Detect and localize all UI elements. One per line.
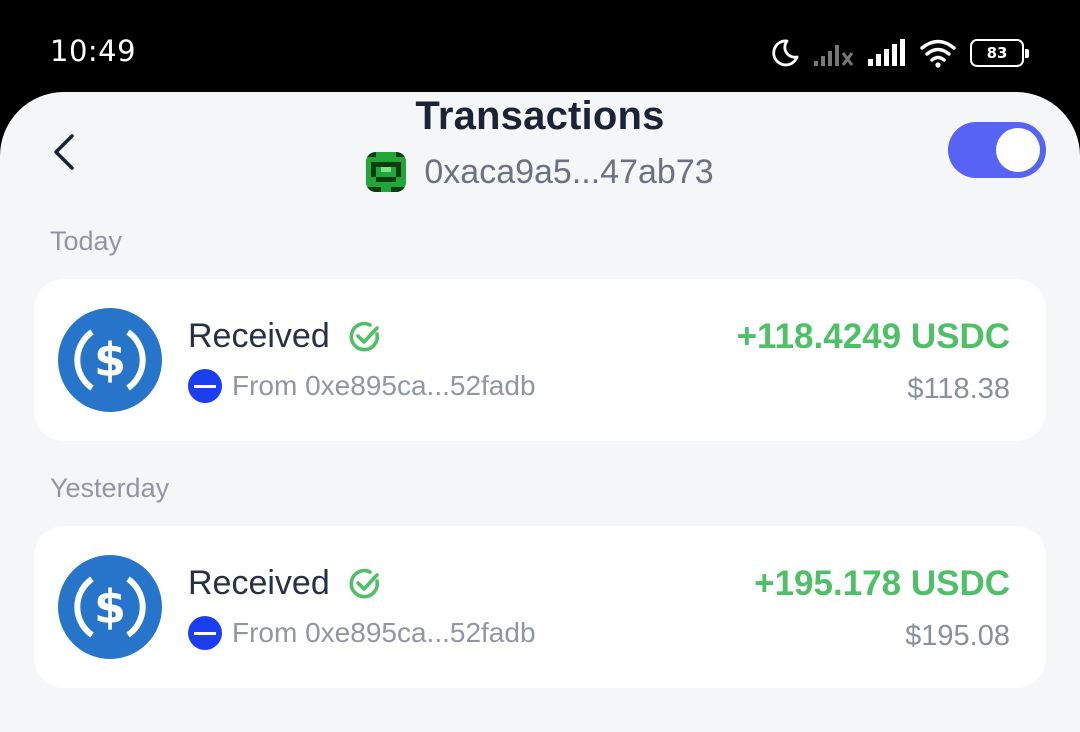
signal-off-icon (814, 45, 854, 66)
wallet-address: 0xaca9a5...47ab73 (424, 152, 714, 191)
wifi-icon (920, 39, 956, 68)
transaction-type: Received (188, 564, 382, 603)
battery-level: 83 (986, 44, 1008, 62)
sender-avatar (188, 369, 222, 403)
status-time: 10:49 (50, 34, 137, 68)
transaction-type: Received (188, 317, 382, 356)
section-label-yesterday: Yesterday (50, 473, 170, 503)
status-icons: 83 (770, 36, 1029, 70)
transactions-sheet: Transactions 0xaca9a5...47ab73 Today $ R… (0, 92, 1080, 732)
transaction-card[interactable]: $ Received From 0xe895ca...52fadb +195.1… (34, 526, 1046, 688)
transaction-sender: From 0xe895ca...52fadb (188, 369, 536, 403)
sender-address: From 0xe895ca...52fadb (232, 370, 536, 401)
toggle-switch[interactable] (948, 122, 1046, 178)
transaction-fiat-value: $195.08 (905, 620, 1010, 652)
toggle-knob (996, 128, 1040, 172)
check-circle-icon (349, 321, 379, 351)
sender-address: From 0xe895ca...52fadb (232, 617, 536, 648)
svg-text:$: $ (94, 333, 126, 387)
wallet-avatar (366, 152, 407, 192)
transaction-type-label: Received (188, 564, 330, 602)
section-label-today: Today (50, 226, 123, 256)
transaction-amount: +118.4249 USDC (736, 317, 1010, 356)
battery-icon: 83 (970, 39, 1029, 67)
check-circle-icon (349, 568, 379, 598)
transaction-fiat-value: $118.38 (907, 373, 1010, 405)
signal-icon (868, 39, 905, 66)
page-title: Transactions (415, 94, 665, 138)
usdc-icon: $ (58, 308, 162, 412)
transaction-amount: +195.178 USDC (754, 564, 1010, 603)
status-bar: 10:49 83 (0, 0, 1080, 100)
wallet-address-row[interactable]: 0xaca9a5...47ab73 (0, 152, 1080, 192)
transaction-type-label: Received (188, 317, 330, 355)
transaction-card[interactable]: $ Received From 0xe895ca...52fadb +118.4… (34, 279, 1046, 441)
sender-avatar (188, 616, 222, 650)
usdc-icon: $ (58, 555, 162, 659)
moon-icon (772, 39, 799, 67)
svg-text:$: $ (94, 580, 126, 634)
transaction-sender: From 0xe895ca...52fadb (188, 616, 536, 650)
